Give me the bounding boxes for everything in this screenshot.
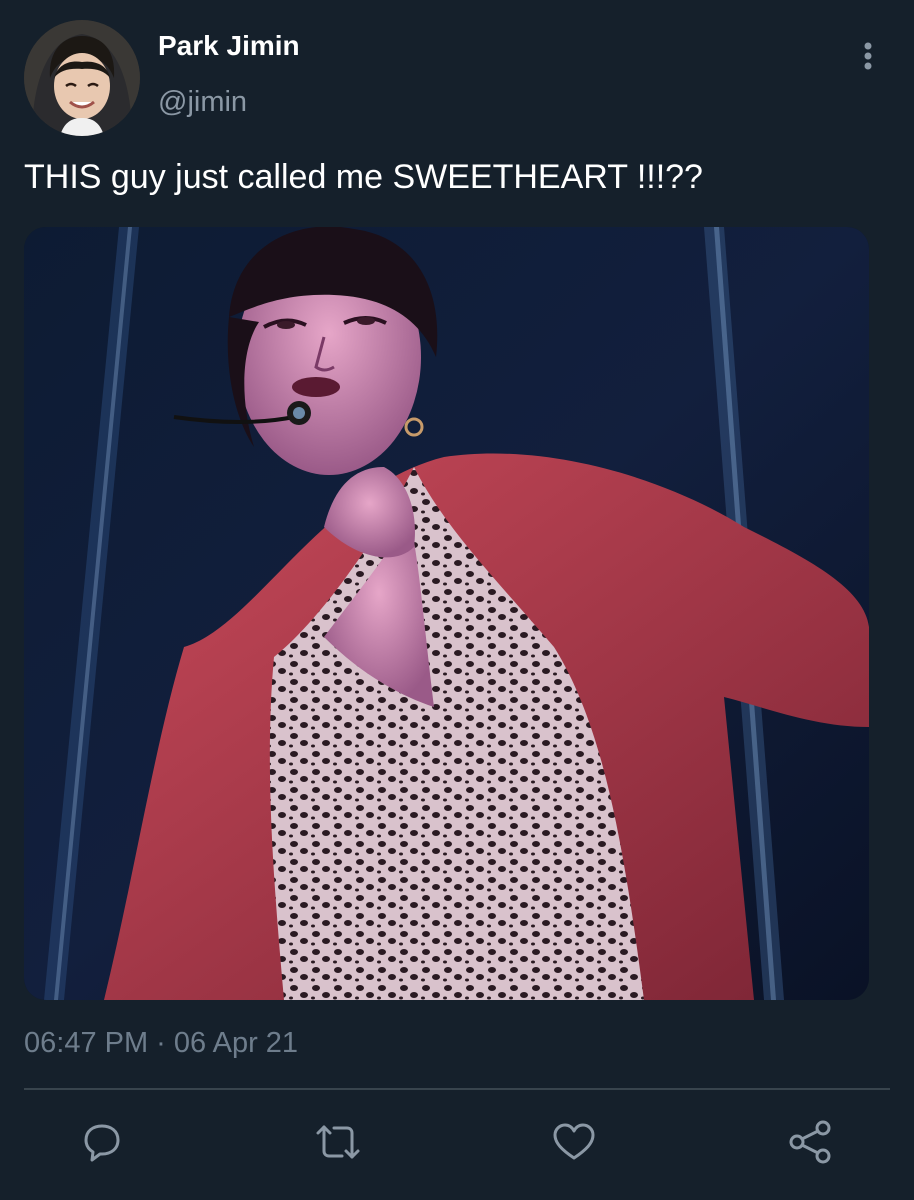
heart-icon[interactable] bbox=[550, 1118, 598, 1166]
share-icon[interactable] bbox=[787, 1118, 835, 1166]
more-vertical-icon[interactable] bbox=[852, 38, 884, 78]
retweet-icon[interactable] bbox=[314, 1118, 362, 1166]
author-display-name[interactable]: Park Jimin bbox=[158, 28, 300, 64]
tweet-media-image[interactable] bbox=[24, 227, 869, 1000]
tweet-timestamp[interactable]: 06:47 PM · 06 Apr 21 bbox=[24, 1024, 298, 1062]
avatar-image bbox=[24, 20, 140, 136]
author-handle[interactable]: @jimin bbox=[158, 84, 247, 120]
reply-icon[interactable] bbox=[78, 1118, 126, 1166]
divider bbox=[24, 1088, 890, 1090]
tweet-text: THIS guy just called me SWEETHEART !!!?? bbox=[24, 158, 703, 196]
avatar[interactable] bbox=[24, 20, 140, 136]
